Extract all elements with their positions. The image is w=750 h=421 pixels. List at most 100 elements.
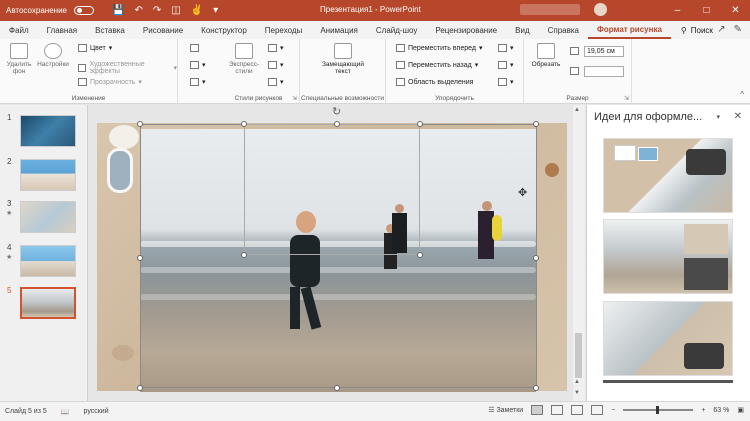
avatar[interactable] bbox=[594, 3, 607, 16]
send-backward-button[interactable]: Переместить назад ▾ bbox=[396, 61, 478, 69]
resize-handle[interactable] bbox=[137, 121, 143, 127]
save-icon[interactable]: 💾 bbox=[112, 5, 124, 16]
tab-home[interactable]: Главная bbox=[38, 21, 86, 39]
design-idea-1[interactable] bbox=[603, 138, 733, 213]
compress-pictures-button[interactable] bbox=[190, 44, 199, 52]
collapse-ribbon-icon[interactable]: ^ bbox=[740, 90, 744, 99]
reset-picture-button[interactable]: ▾ bbox=[190, 78, 206, 86]
design-idea-2[interactable] bbox=[603, 219, 733, 294]
touch-mode-icon[interactable]: ✌ bbox=[191, 5, 203, 16]
comments-icon[interactable]: ✎ bbox=[734, 24, 742, 35]
crop-button[interactable]: Обрезать bbox=[528, 43, 564, 68]
crop-frame[interactable] bbox=[244, 124, 420, 255]
picture-effects-button[interactable]: ▾ bbox=[268, 61, 284, 69]
design-idea-3[interactable] bbox=[603, 301, 733, 376]
rotate-handle-icon[interactable]: ↻ bbox=[332, 105, 341, 118]
group-button[interactable]: ▾ bbox=[498, 61, 514, 69]
tab-draw[interactable]: Рисование bbox=[134, 21, 192, 39]
slide-thumbnail-1[interactable] bbox=[20, 115, 76, 147]
resize-handle[interactable] bbox=[137, 385, 143, 391]
spelling-icon[interactable]: 📖 bbox=[61, 408, 70, 416]
resize-handle[interactable] bbox=[533, 385, 539, 391]
present-icon[interactable]: ◫ bbox=[171, 5, 180, 16]
crop-handle[interactable] bbox=[241, 252, 247, 258]
artistic-effects-button[interactable]: Художественные эффекты ▾ bbox=[78, 61, 177, 75]
close-icon[interactable]: ✕ bbox=[734, 111, 742, 122]
share-icon[interactable]: ↗ bbox=[717, 24, 725, 35]
color-button[interactable]: Цвет ▾ bbox=[78, 44, 112, 52]
pane-scrollbar[interactable] bbox=[603, 380, 733, 383]
scrollbar-thumb[interactable] bbox=[575, 333, 582, 378]
scroll-up-icon[interactable]: ▲ bbox=[574, 107, 580, 113]
dialog-launcher-icon[interactable]: ⇲ bbox=[624, 95, 629, 102]
resize-handle[interactable] bbox=[137, 255, 143, 261]
sand-decoration bbox=[112, 345, 134, 361]
tab-file[interactable]: Файл bbox=[0, 21, 38, 39]
minimize-button[interactable]: – bbox=[663, 0, 692, 21]
close-button[interactable]: ✕ bbox=[721, 0, 750, 21]
language-indicator[interactable]: русский bbox=[84, 408, 109, 415]
layout-icon bbox=[268, 78, 277, 86]
remove-background-button[interactable]: Удалить фон bbox=[4, 43, 34, 75]
slideshow-view-button[interactable] bbox=[591, 405, 604, 415]
bring-forward-button[interactable]: Переместить вперед ▾ bbox=[396, 44, 482, 52]
zoom-slider[interactable] bbox=[623, 406, 694, 414]
tab-help[interactable]: Справка bbox=[539, 21, 588, 39]
slide-thumbnail-2[interactable] bbox=[20, 159, 76, 191]
chevron-down-icon[interactable]: ▾ bbox=[716, 113, 720, 121]
slide-thumbnail-4[interactable] bbox=[20, 245, 76, 277]
tab-design[interactable]: Конструктор bbox=[192, 21, 256, 39]
corrections-button[interactable]: Настройки bbox=[36, 43, 70, 68]
user-name[interactable] bbox=[520, 4, 580, 15]
resize-handle[interactable] bbox=[533, 255, 539, 261]
scroll-down-icon[interactable]: ▼ bbox=[574, 390, 580, 396]
slide-thumbnail-3[interactable] bbox=[20, 201, 76, 233]
alt-text-button[interactable]: Замещающий текст bbox=[314, 43, 372, 75]
normal-view-button[interactable] bbox=[531, 405, 544, 415]
design-ideas-pane: Идеи для оформле... ▾ ✕ bbox=[586, 105, 750, 401]
crop-handle[interactable] bbox=[241, 121, 247, 127]
redo-icon[interactable]: ↷ bbox=[153, 5, 161, 16]
zoom-slider-knob[interactable] bbox=[656, 406, 660, 414]
slide-sorter-button[interactable] bbox=[551, 405, 564, 415]
align-button[interactable]: ▾ bbox=[498, 44, 514, 52]
vertical-scrollbar[interactable]: ▲ ▲ ▼ bbox=[573, 105, 585, 401]
zoom-out-icon[interactable]: − bbox=[611, 407, 615, 414]
slide-thumbnail-5[interactable] bbox=[20, 287, 76, 319]
change-picture-button[interactable]: ▾ bbox=[190, 61, 206, 69]
resize-handle[interactable] bbox=[334, 385, 340, 391]
tab-insert[interactable]: Вставка bbox=[86, 21, 134, 39]
autosave-toggle[interactable] bbox=[73, 6, 94, 15]
tab-animations[interactable]: Анимация bbox=[311, 21, 367, 39]
rotate-button[interactable]: ▾ bbox=[498, 78, 514, 86]
tell-me-search[interactable]: ⚲ Поиск bbox=[671, 26, 713, 35]
zoom-level[interactable]: 63 % bbox=[713, 407, 729, 414]
customize-qat-icon[interactable]: ▾ bbox=[213, 5, 218, 16]
picture-border-button[interactable]: ▾ bbox=[268, 44, 284, 52]
selection-pane-button[interactable]: Область выделения bbox=[396, 78, 473, 86]
zoom-in-icon[interactable]: + bbox=[701, 407, 705, 414]
notes-button[interactable]: ☰ Заметки bbox=[488, 406, 523, 414]
undo-icon[interactable]: ↶ bbox=[134, 5, 142, 16]
quick-styles-button[interactable]: Экспресс-стили bbox=[226, 43, 262, 75]
maximize-button[interactable]: □ bbox=[692, 0, 721, 21]
search-label: Поиск bbox=[690, 25, 713, 35]
status-bar: Слайд 5 из 5 📖 русский ☰ Заметки − + 63 … bbox=[0, 401, 750, 421]
scroll-up-icon[interactable]: ▲ bbox=[574, 379, 580, 385]
resize-handle[interactable] bbox=[533, 121, 539, 127]
tab-slideshow[interactable]: Слайд-шоу bbox=[367, 21, 426, 39]
resize-handle[interactable] bbox=[334, 121, 340, 127]
fit-slide-icon[interactable]: ▣ bbox=[737, 406, 744, 414]
width-field[interactable] bbox=[584, 66, 624, 77]
tab-review[interactable]: Рецензирование bbox=[426, 21, 506, 39]
crop-handle[interactable] bbox=[417, 252, 423, 258]
transparency-button[interactable]: Прозрачность ▾ bbox=[78, 78, 142, 86]
tab-view[interactable]: Вид bbox=[506, 21, 538, 39]
picture-layout-button[interactable]: ▾ bbox=[268, 78, 284, 86]
dialog-launcher-icon[interactable]: ⇲ bbox=[292, 95, 297, 102]
height-field[interactable]: 19,05 см bbox=[584, 46, 624, 57]
tab-picture-format[interactable]: Формат рисунка bbox=[588, 21, 671, 39]
tab-transitions[interactable]: Переходы bbox=[256, 21, 312, 39]
crop-handle[interactable] bbox=[417, 121, 423, 127]
reading-view-button[interactable] bbox=[571, 405, 584, 415]
